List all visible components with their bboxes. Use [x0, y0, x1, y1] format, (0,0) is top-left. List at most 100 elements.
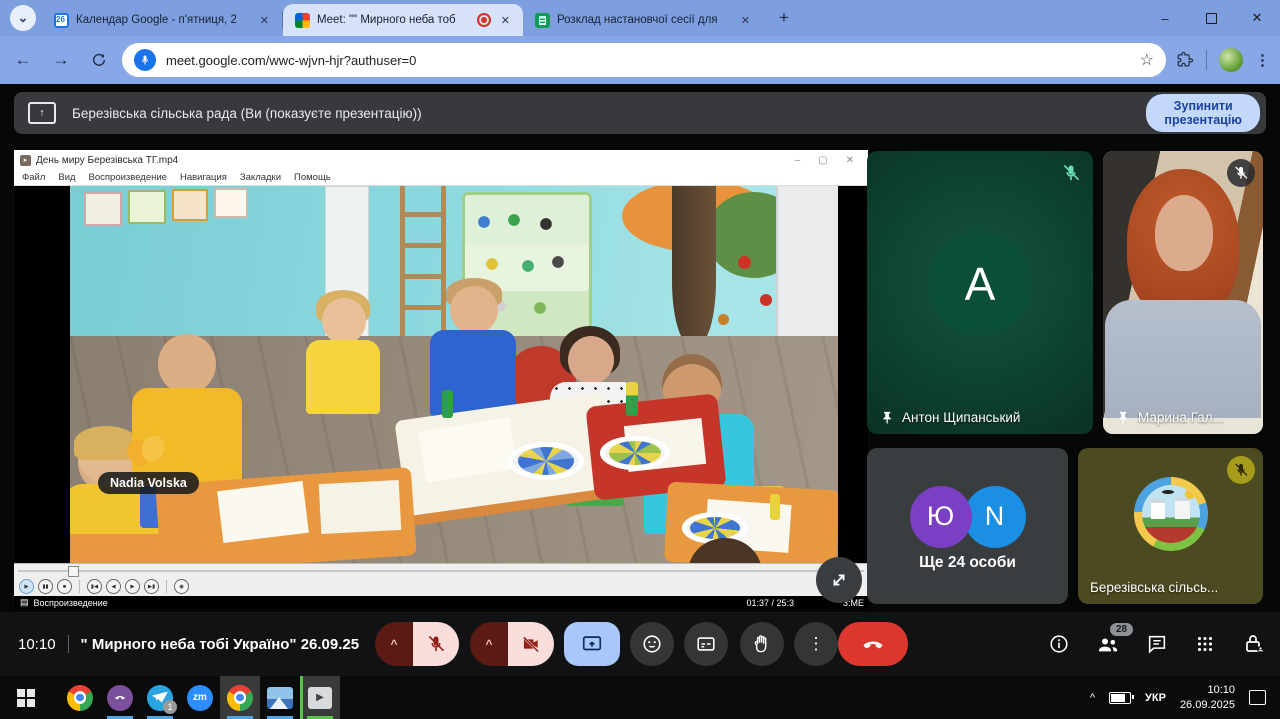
stop-button[interactable]: ■ — [57, 579, 72, 594]
reactions-button[interactable] — [630, 622, 674, 666]
meeting-details-button[interactable] — [1048, 633, 1070, 655]
tray-chevron[interactable]: ^ — [1090, 692, 1095, 704]
next-button[interactable]: ▶▮ — [144, 579, 159, 594]
window-minimize-button[interactable]: – — [1142, 0, 1188, 36]
player-close-button[interactable]: ✕ — [846, 155, 854, 166]
step-forward-button[interactable]: ▶ — [125, 579, 140, 594]
people-button[interactable]: 28 — [1096, 632, 1120, 656]
scene-glue-stick — [442, 390, 453, 418]
present-now-button[interactable] — [564, 622, 620, 666]
scene-apple — [760, 294, 772, 306]
participant-tile-maryna[interactable]: Марина Гал... — [1103, 151, 1263, 434]
tab-close-icon[interactable]: ✕ — [257, 13, 272, 28]
window-restore-button[interactable] — [1188, 0, 1234, 36]
start-button[interactable] — [6, 676, 46, 719]
expand-fullscreen-button[interactable] — [816, 557, 862, 603]
scene-child-head — [568, 336, 614, 384]
menu-view[interactable]: Вид — [58, 172, 75, 183]
chat-icon — [1146, 633, 1168, 655]
scene-plate-shreds — [518, 447, 574, 475]
mic-off-button[interactable] — [413, 622, 459, 666]
play-button[interactable]: ▶ — [19, 579, 34, 594]
screen: ⌄ 26 Календар Google - п'ятниця, 2 ✕ Mee… — [0, 0, 1280, 719]
mic-options-chevron[interactable]: ^ — [375, 622, 413, 666]
language-indicator[interactable]: УКР — [1145, 692, 1166, 704]
profile-avatar[interactable] — [1219, 48, 1243, 72]
player-maximize-button[interactable]: ▢ — [818, 155, 827, 166]
player-seek-bar[interactable] — [14, 563, 868, 577]
scene-paper — [319, 480, 402, 534]
bookmark-star-icon[interactable]: ☆ — [1140, 50, 1154, 70]
more-options-button[interactable]: ⋮ — [794, 622, 838, 666]
window-close-button[interactable]: ✕ — [1234, 0, 1280, 36]
windows-taskbar: 1 zm ▶ ^ УКР — [0, 676, 1280, 719]
end-call-button[interactable] — [838, 622, 908, 666]
video-area: Nadia Volska — [14, 186, 868, 563]
scene-plate-shreds — [609, 441, 661, 465]
activities-button[interactable] — [1194, 633, 1216, 655]
participant-count-badge: 28 — [1110, 623, 1133, 636]
pause-button[interactable]: ▮▮ — [38, 579, 53, 594]
captions-button[interactable] — [684, 622, 728, 666]
player-title-bar[interactable]: ▸ День миру Березівська ТГ.mp4 – ▢ ✕ — [14, 150, 868, 170]
emblem-sun — [1185, 489, 1195, 499]
taskbar-photos[interactable] — [260, 676, 300, 719]
divider — [68, 635, 69, 653]
browser-menu-icon[interactable]: ⋮ — [1255, 51, 1270, 69]
tab-meet[interactable]: Meet: "" Мирного неба тоб ✕ — [283, 4, 523, 36]
jump-button[interactable]: ◉ — [174, 579, 189, 594]
taskbar-media-player[interactable]: ▶ — [300, 676, 340, 719]
taskbar-chrome[interactable] — [60, 676, 100, 719]
taskbar-viber[interactable] — [100, 676, 140, 719]
menu-bookmarks[interactable]: Закладки — [240, 172, 281, 183]
active-accent — [300, 676, 303, 719]
host-controls-button[interactable] — [1242, 632, 1266, 656]
stop-presenting-button[interactable]: Зупинити презентацію — [1146, 94, 1260, 132]
player-minimize-button[interactable]: – — [795, 155, 801, 166]
new-tab-button[interactable]: + — [771, 5, 797, 31]
seek-handle[interactable] — [68, 566, 79, 577]
toolbar-separator — [1206, 50, 1207, 70]
pin-icon — [1115, 410, 1130, 425]
back-button[interactable]: ← — [8, 45, 38, 75]
step-back-button[interactable]: ◀ — [106, 579, 121, 594]
raise-hand-button[interactable] — [740, 622, 784, 666]
more-participants-tile[interactable]: Ю N Ще 24 особи — [867, 448, 1068, 604]
tray-clock[interactable]: 10:10 26.09.2025 — [1180, 683, 1235, 712]
menu-navigate[interactable]: Навигация — [180, 172, 227, 183]
taskbar-chrome-active[interactable] — [220, 676, 260, 719]
camera-options-chevron[interactable]: ^ — [470, 622, 508, 666]
avatar-letter: N — [964, 486, 1026, 548]
participant-tile-anton[interactable]: А Антон Щипанський — [867, 151, 1093, 434]
menu-playback[interactable]: Воспроизведение — [89, 172, 167, 183]
menu-file[interactable]: Файл — [22, 172, 45, 183]
tab-search-button[interactable]: ⌄ — [10, 5, 36, 31]
camera-off-button[interactable] — [508, 622, 554, 666]
notification-center-icon[interactable] — [1249, 690, 1266, 705]
battery-icon[interactable] — [1109, 692, 1131, 704]
reload-icon — [91, 52, 107, 68]
taskbar-zoom[interactable]: zm — [180, 676, 220, 719]
tab-close-icon[interactable]: ✕ — [738, 13, 753, 28]
tab-close-icon[interactable]: ✕ — [498, 13, 513, 28]
menu-help[interactable]: Помощь — [294, 172, 331, 183]
participant-name: Марина Гал... — [1138, 410, 1224, 425]
extensions-icon[interactable] — [1176, 51, 1194, 69]
taskbar-telegram[interactable]: 1 — [140, 676, 180, 719]
address-bar[interactable]: meet.google.com/wwc-wjvn-hjr?authuser=0 … — [122, 43, 1166, 77]
media-player-icon: ▶ — [308, 687, 332, 709]
participant-tile-berezivska[interactable]: Березівська сільсь... — [1078, 448, 1263, 604]
forward-button[interactable]: → — [46, 45, 76, 75]
scene-apple — [718, 314, 729, 325]
mic-off-icon — [1227, 456, 1255, 484]
status-doc-icon: ▤ — [20, 597, 29, 608]
tab-calendar[interactable]: 26 Календар Google - п'ятниця, 2 ✕ — [42, 4, 282, 36]
tab-sheets[interactable]: Розклад настановчої сесії для ✕ — [523, 4, 763, 36]
scene-poster — [84, 192, 122, 226]
calendar-favicon: 26 — [54, 13, 69, 28]
scene-child-head — [450, 286, 498, 334]
prev-button[interactable]: ▮◀ — [87, 579, 102, 594]
reload-button[interactable] — [84, 45, 114, 75]
photos-icon — [267, 687, 293, 709]
chat-button[interactable] — [1146, 633, 1168, 655]
